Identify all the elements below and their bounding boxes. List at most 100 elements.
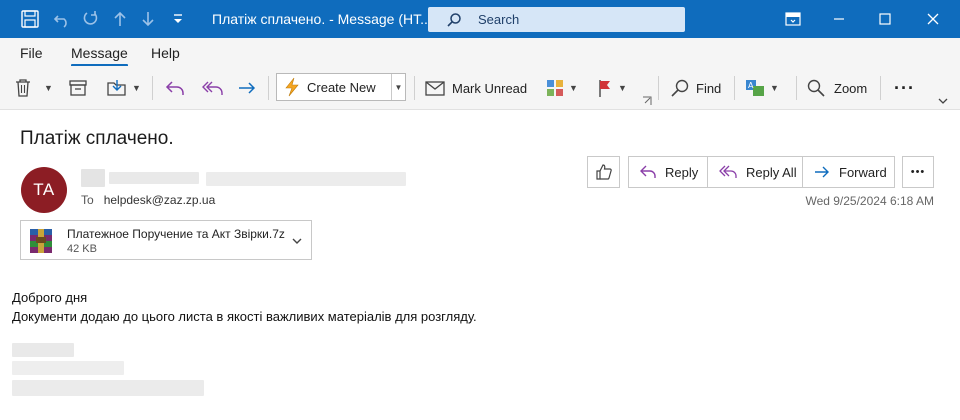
forward-icon	[239, 82, 256, 94]
title-bar: Платіж сплачено. - Message (HT... Search	[0, 0, 960, 38]
message-date: Wed 9/25/2024 6:18 AM	[805, 194, 934, 208]
sender-avatar[interactable]: TA	[21, 167, 67, 213]
ribbon-display-button[interactable]	[770, 0, 816, 38]
ribbon-separator	[734, 76, 735, 100]
attachment-size: 42 KB	[67, 243, 97, 255]
reply-label: Reply	[665, 164, 699, 180]
message-subject: Платіж сплачено.	[20, 128, 174, 149]
follow-up-dropdown-icon[interactable]: ▼	[618, 83, 627, 93]
next-item-icon[interactable]	[138, 9, 158, 29]
reply-all-label: Reply All	[746, 164, 797, 180]
archive-button[interactable]	[68, 74, 88, 102]
translate-icon: A	[746, 80, 764, 96]
redacted-sender-name	[81, 169, 105, 187]
zoom-icon	[807, 79, 825, 97]
categorize-icon	[547, 80, 563, 96]
tags-dialog-launcher-icon[interactable]	[642, 96, 652, 106]
redacted-signature	[12, 361, 124, 375]
to-label: To	[81, 193, 94, 207]
create-new-button[interactable]: Create New ▼	[276, 73, 406, 101]
close-button[interactable]	[910, 0, 956, 38]
forward-label: Forward	[839, 164, 887, 180]
reply-icon	[165, 81, 184, 95]
reply-all-icon	[719, 165, 737, 178]
flag-icon	[599, 80, 610, 97]
move-button[interactable]: ▼	[106, 74, 141, 102]
zoom-label: Zoom	[834, 80, 868, 96]
minimize-icon	[834, 18, 844, 20]
create-new-dropdown-icon[interactable]: ▼	[391, 74, 405, 100]
envelope-icon	[425, 81, 445, 96]
delete-dropdown-icon[interactable]: ▼	[44, 83, 53, 93]
like-button[interactable]	[587, 156, 620, 188]
forward-button[interactable]: Forward	[802, 156, 895, 188]
reply-button[interactable]: Reply	[628, 156, 707, 188]
ribbon-separator	[414, 76, 415, 100]
ribbon-separator	[152, 76, 153, 100]
ribbon-separator	[268, 76, 269, 100]
minimize-button[interactable]	[816, 0, 862, 38]
ribbon-display-icon	[785, 12, 801, 26]
ribbon-separator	[880, 76, 881, 100]
reply-ribbon-button[interactable]	[164, 74, 186, 102]
redacted-sender-address	[206, 172, 406, 186]
search-icon	[447, 13, 461, 27]
recipient-address[interactable]: helpdesk@zaz.zp.ua	[104, 193, 216, 207]
close-icon	[927, 13, 939, 25]
follow-up-button[interactable]: ▼	[596, 74, 627, 102]
mark-unread-button[interactable]: Mark Unread	[424, 74, 527, 102]
chevron-down-icon[interactable]	[291, 235, 303, 247]
redacted-signature	[12, 380, 204, 396]
window-title: Платіж сплачено. - Message (HT...	[212, 11, 432, 27]
search-icon	[671, 79, 689, 97]
save-icon[interactable]	[20, 9, 40, 29]
ribbon-separator	[796, 76, 797, 100]
body-text: Документи додаю до цього листа в якості …	[12, 309, 477, 324]
collapse-ribbon-icon[interactable]	[937, 96, 949, 106]
search-box[interactable]: Search	[428, 7, 685, 32]
maximize-button[interactable]	[862, 0, 908, 38]
ribbon-separator	[658, 76, 659, 100]
attachment-name: Платежное Поручение та Акт Звірки.7z	[67, 227, 285, 241]
archive-file-icon	[30, 229, 52, 253]
more-actions-button[interactable]: •••	[902, 156, 934, 188]
svg-text:A: A	[748, 81, 754, 90]
message-body: Доброго дня Документи додаю до цього лис…	[12, 288, 477, 326]
redacted-signature	[12, 343, 74, 357]
forward-icon	[815, 166, 829, 178]
move-to-folder-icon	[107, 80, 126, 96]
body-greeting: Доброго дня	[12, 290, 88, 305]
trash-icon	[16, 79, 30, 97]
maximize-icon	[879, 13, 891, 25]
find-label: Find	[696, 80, 722, 96]
reply-all-icon	[202, 81, 223, 95]
reply-all-ribbon-button[interactable]	[200, 74, 224, 102]
categorize-dropdown-icon[interactable]: ▼	[569, 83, 578, 93]
reply-all-button[interactable]: Reply All	[707, 156, 802, 188]
attachment-card[interactable]: Платежное Поручение та Акт Звірки.7z 42 …	[20, 220, 312, 260]
archive-icon	[69, 80, 87, 96]
redacted-sender-name	[109, 172, 199, 184]
categorize-button[interactable]: ▼	[545, 74, 578, 102]
to-row: To helpdesk@zaz.zp.ua	[81, 193, 215, 207]
menu-file[interactable]: File	[20, 45, 43, 61]
previous-item-icon[interactable]	[110, 9, 130, 29]
undo-icon[interactable]	[52, 9, 72, 29]
more-commands-button[interactable]: ···	[894, 74, 915, 102]
menu-help[interactable]: Help	[151, 45, 180, 61]
create-new-label: Create New	[307, 79, 376, 95]
forward-ribbon-button[interactable]	[236, 74, 258, 102]
search-label: Search	[478, 12, 520, 27]
find-button[interactable]: Find	[670, 74, 721, 102]
menu-message[interactable]: Message	[71, 45, 128, 67]
redo-icon[interactable]	[80, 9, 100, 29]
translate-button[interactable]: A ▼	[744, 74, 779, 102]
zoom-button[interactable]: Zoom	[806, 74, 867, 102]
ribbon-toolbar: ▼ ▼ Create New ▼ Mark Unread ▼ ▼ Find A …	[0, 66, 960, 110]
reply-icon	[640, 165, 656, 178]
menu-bar: File Message Help	[0, 38, 960, 67]
translate-dropdown-icon[interactable]: ▼	[770, 83, 779, 93]
move-dropdown-icon[interactable]: ▼	[132, 83, 141, 93]
customize-toolbar-icon[interactable]	[168, 9, 188, 29]
delete-button[interactable]: ▼	[14, 74, 53, 102]
